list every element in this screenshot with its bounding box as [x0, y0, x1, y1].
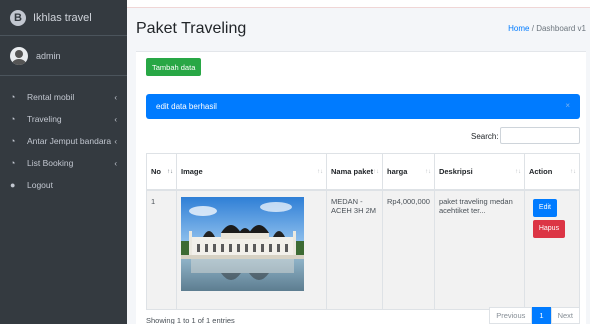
sidebar: B Ikhlas travel admin ◔ Rental mobil ‹ ◔…	[0, 0, 127, 324]
sort-icon: ↑↓	[317, 169, 323, 175]
column-header-harga[interactable]: harga ↑↓	[382, 153, 435, 191]
cell-harga: Rp4,000,000	[382, 189, 435, 310]
sort-icon: ↑↓	[570, 169, 576, 175]
edit-button[interactable]: Edit	[532, 198, 557, 217]
top-navbar	[127, 0, 590, 8]
success-alert: edit data berhasil ×	[146, 94, 580, 119]
sidebar-item-traveling[interactable]: ◔ Traveling ‹	[0, 108, 127, 130]
sort-asc-icon: ↑↓	[167, 169, 173, 175]
brand-name: Ikhlas travel	[33, 11, 92, 24]
tachometer-icon: ◔	[10, 158, 16, 168]
sidebar-item-label: List Booking	[27, 158, 74, 168]
column-header-action[interactable]: Action ↑↓	[523, 153, 581, 191]
content-wrapper: Paket Traveling Home / Dashboard v1 Tamb…	[127, 8, 590, 324]
data-card: Tambah data edit data berhasil × Search:…	[136, 51, 586, 324]
cell-action: Edit Hapus	[523, 189, 581, 310]
cell-image	[176, 189, 327, 310]
sidebar-item-logout[interactable]: ● Logout	[0, 174, 127, 196]
search-label: Search:	[471, 132, 499, 141]
cell-deskripsi: paket traveling medan acehtiket ter...	[433, 189, 525, 310]
tachometer-icon: ◔	[10, 92, 16, 102]
packages-table: No ↑↓ Image ↑↓ Nama paket ↑↓ harga ↑↓ Deskri…	[146, 153, 581, 310]
add-data-button[interactable]: Tambah data	[146, 58, 202, 76]
cell-nama-paket: MEDAN - ACEH 3H 2M	[326, 189, 383, 310]
brand-link[interactable]: B Ikhlas travel	[0, 0, 127, 36]
sidebar-item-antar-jemput-bandara[interactable]: ◔ Antar Jemput bandara ‹	[0, 130, 127, 152]
mosque-image	[181, 196, 304, 291]
close-icon[interactable]: ×	[565, 101, 570, 110]
column-header-nama-paket[interactable]: Nama paket ↑↓	[326, 153, 383, 191]
search-input[interactable]	[500, 127, 580, 144]
user-name: admin	[36, 50, 61, 61]
column-header-image[interactable]: Image ↑↓	[176, 153, 327, 191]
chevron-left-icon: ‹	[114, 136, 117, 146]
sort-icon: ↑↓	[373, 169, 379, 175]
chevron-left-icon: ‹	[114, 114, 117, 124]
sidebar-item-label: Antar Jemput bandara	[27, 136, 112, 146]
column-header-deskripsi[interactable]: Deskripsi ↑↓	[433, 153, 525, 191]
breadcrumb-separator: /	[531, 24, 534, 33]
chevron-left-icon: ‹	[114, 158, 117, 168]
breadcrumb-current: Dashboard v1	[536, 24, 586, 33]
sort-icon: ↑↓	[424, 169, 431, 175]
pagination-next[interactable]: Next	[550, 307, 580, 324]
sidebar-item-rental-mobil[interactable]: ◔ Rental mobil ‹	[0, 86, 127, 108]
table-row: 1 MEDAN - ACEH 3H 2M Rp4,000,000 paket t…	[146, 189, 581, 310]
user-icon: ●	[10, 180, 16, 190]
avatar	[10, 46, 28, 65]
alert-message: edit data berhasil	[156, 102, 217, 111]
sidebar-nav: ◔ Rental mobil ‹ ◔ Traveling ‹ ◔ Antar J…	[0, 76, 127, 196]
pagination: Previous 1 Next	[489, 307, 580, 324]
breadcrumb: Home / Dashboard v1	[508, 24, 586, 33]
sidebar-item-label: Logout	[27, 180, 53, 190]
delete-button[interactable]: Hapus	[532, 219, 565, 238]
tachometer-icon: ◔	[10, 136, 16, 146]
tachometer-icon: ◔	[10, 114, 16, 124]
sidebar-item-label: Rental mobil	[27, 92, 75, 102]
sidebar-item-list-booking[interactable]: ◔ List Booking ‹	[0, 152, 127, 174]
page-title: Paket Traveling	[136, 20, 247, 37]
breadcrumb-home-link[interactable]: Home	[508, 24, 529, 33]
sidebar-item-label: Traveling	[27, 114, 62, 124]
cell-no: 1	[146, 189, 177, 310]
column-header-no[interactable]: No ↑↓	[146, 153, 177, 191]
brand-logo: B	[10, 9, 26, 26]
pagination-page-1[interactable]: 1	[532, 307, 551, 324]
chevron-left-icon: ‹	[114, 92, 117, 102]
pagination-previous[interactable]: Previous	[489, 307, 533, 324]
sort-icon: ↑↓	[514, 169, 521, 175]
table-info: Showing 1 to 1 of 1 entries	[146, 316, 235, 324]
user-panel[interactable]: admin	[0, 36, 127, 76]
